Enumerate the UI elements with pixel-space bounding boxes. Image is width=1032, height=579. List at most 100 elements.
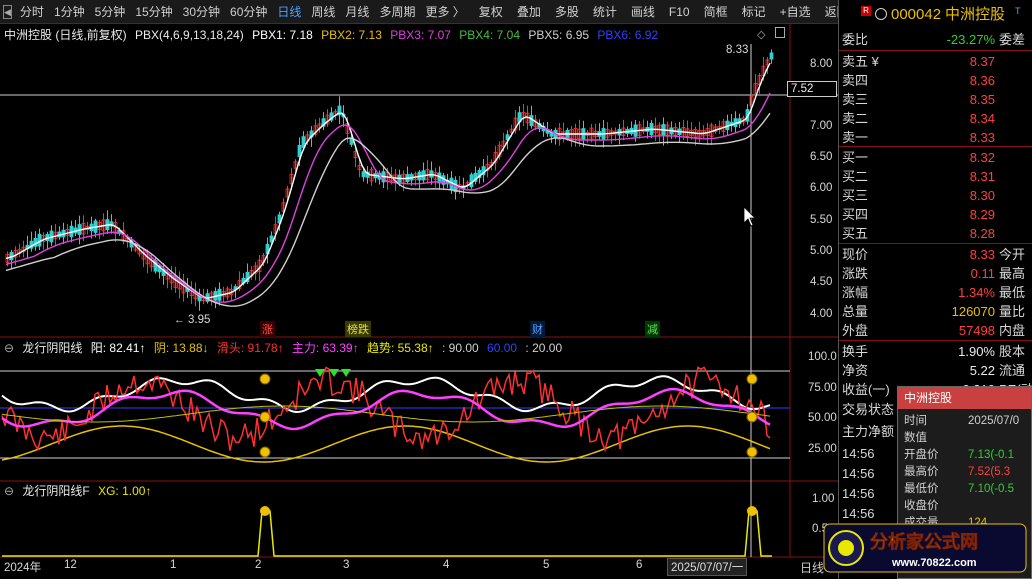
tick-time: 14:56 [842,466,875,481]
bid-level-value: 8.28 [969,226,995,241]
bid-level[interactable]: 买一 8.32 [839,148,1032,167]
period-tab-5min[interactable]: 5分钟 [90,0,131,24]
stock-name[interactable]: 中洲控股 [945,4,1005,26]
osc-value: 趋势: 55.38↑ [366,341,434,355]
bid-level[interactable]: 买二 8.31 [839,167,1032,186]
expand-diamond-icon[interactable]: ◇ [757,28,771,41]
draw-line-button[interactable]: 画线 [626,0,660,24]
quote-stat2[interactable]: 换手 1.90% 股本 [839,342,1032,361]
window-toggle-icon[interactable] [775,27,785,38]
quote-stat-value: 8.33 [969,247,995,262]
logo-text: 分析家公式网 [870,531,978,553]
oscillator-title[interactable]: 龙行阴阳线 [22,341,82,355]
candle-body [529,115,534,127]
yin-line [1,425,771,463]
t-badge-icon: T [1015,6,1021,16]
simple-frame-button[interactable]: 简框 [699,0,733,24]
event-badge[interactable]: 减 [645,321,660,337]
ask-level-value: 8.36 [969,73,995,88]
webi-value: -23.27% [946,32,995,47]
pbx1-value: PBX1: 7.18 [252,28,313,42]
period-tab-30min[interactable]: 30分钟 [178,0,225,24]
collapse-circle-icon[interactable]: ⊖ [4,484,14,498]
quote-stat[interactable]: 外盘 57498 内盘 [839,321,1032,340]
ask-level-value: 8.33 [969,130,995,145]
divider [839,340,1032,341]
popup-row-label: 数值 [904,432,927,444]
f10-button[interactable]: F10 [664,0,695,24]
popup-row: 最低价 7.10(-0.5 [904,481,1028,497]
quote-stat[interactable]: 现价 8.33 今开 [839,245,1032,264]
divider [839,50,1032,51]
period-tab-60min[interactable]: 60分钟 [225,0,272,24]
kline-chart-area[interactable]: 中洲控股 (日线,前复权) PBX(4,6,9,13,18,24) PBX1: … [0,24,838,579]
candle-body [469,174,474,188]
overlay-button[interactable]: 叠加 [512,0,546,24]
period-tab-weekly[interactable]: 周线 [306,0,340,24]
indicator-name[interactable]: PBX(4,6,9,13,18,24) [135,28,244,42]
stats-button[interactable]: 统计 [588,0,622,24]
quote-stat[interactable]: 总量 126070 量比 [839,302,1032,321]
popup-row: 时间 2025/07/0 [904,413,1028,429]
ask-level[interactable]: 卖二 8.34 [839,109,1032,128]
period-tab-more[interactable]: 更多 〉 [420,0,469,24]
period-tab-monthly[interactable]: 月线 [340,0,374,24]
popup-row: 数值 [904,430,1028,446]
candle-body [361,171,366,178]
popup-row-label: 开盘价 [904,449,939,461]
price-tick: 6.00 [810,182,833,194]
signal-dot [259,373,271,385]
period-tab-daily[interactable]: 日线 [272,0,306,24]
bid-level-value: 8.31 [969,169,995,184]
ask-level[interactable]: 卖四 8.36 [839,71,1032,90]
quote-header: R 000042 中洲控股 T [839,4,1032,26]
bid-level[interactable]: 买五 8.28 [839,224,1032,243]
period-tab-15min[interactable]: 15分钟 [130,0,177,24]
popup-row-value: 2025/07/0 [968,415,1020,427]
nav-back-icon[interactable]: ◀ [3,4,12,19]
popup-row: 收盘价 [904,498,1028,514]
event-badge[interactable]: 财 [530,321,545,337]
quote-stat-value: 126070 [951,304,995,319]
signal-dot [259,411,271,423]
price-tick: 7.00 [810,120,833,132]
collapse-circle-icon[interactable]: ⊖ [4,341,14,355]
event-badge[interactable]: 涨 [260,321,275,337]
popup-title: 中洲控股 [898,387,1031,409]
mark-button[interactable]: 标记 [737,0,771,24]
event-badge[interactable]: 榜跌 [345,321,371,337]
signal-title[interactable]: 龙行阴阳线F [22,484,89,498]
pbx6-value: PBX6: 6.92 [597,28,659,42]
quote-stat2-ext: 股本 [999,344,1026,359]
quote-stat2[interactable]: 净资 5.22 流通 [839,361,1032,380]
period-tab-timeshare[interactable]: 分时 [15,0,49,24]
osc-value: 阴: 13.88↓ [153,341,209,355]
main-flow-label: 主力净额 [842,424,895,439]
bid-level-value: 8.30 [969,188,995,203]
period-tab-multi[interactable]: 多周期 [374,0,420,24]
webi-label: 委比 [842,32,869,47]
popup-row-label: 收盘价 [904,500,939,512]
date-tick: 3 [343,559,350,571]
quote-stat-label: 外盘 [842,323,869,338]
ask-level[interactable]: 卖五 ¥ 8.37 [839,52,1032,71]
down-triangle-marker [341,369,351,377]
bid-level[interactable]: 买三 8.30 [839,186,1032,205]
main-chart-title: 中洲控股 (日线,前复权) [4,28,127,42]
date-tick: 5 [543,559,550,571]
quote-stat[interactable]: 涨跌 0.11 最高 [839,264,1032,283]
ask-level[interactable]: 卖三 8.35 [839,90,1032,109]
period-tab-1min[interactable]: 1分钟 [49,0,90,24]
cursor-date-tag: 2025/07/07/一 [667,558,748,576]
quote-stat[interactable]: 涨幅 1.34% 最低 [839,283,1032,302]
ask-level[interactable]: 卖一 8.33 [839,128,1032,147]
bid-level[interactable]: 买四 8.29 [839,205,1032,224]
ask-level-label: 卖四 [842,73,869,88]
price-tick: 8.00 [810,58,833,70]
date-tick: 2024年 [4,562,42,574]
low-arrow-icon: ← [174,314,185,326]
adjust-button[interactable]: 复权 [474,0,508,24]
popup-row-label: 最低价 [904,483,939,495]
multi-stock-button[interactable]: 多股 [550,0,584,24]
add-watchlist-button[interactable]: +自选 [775,0,816,24]
